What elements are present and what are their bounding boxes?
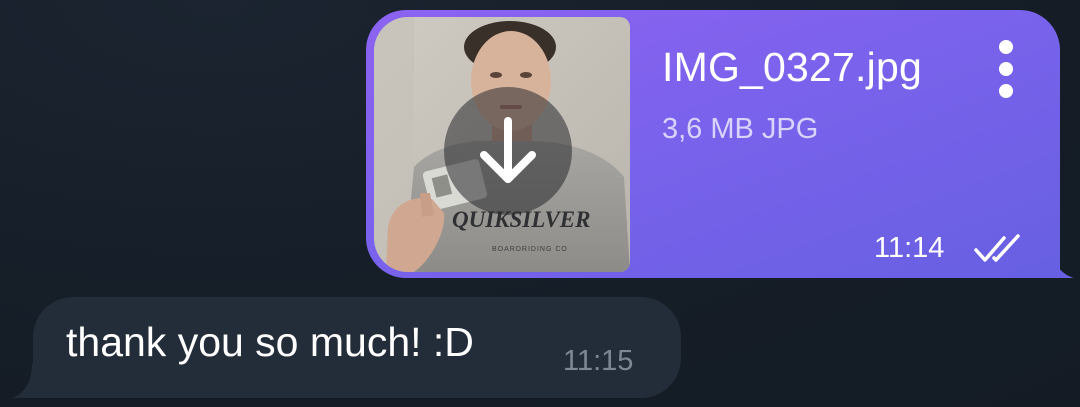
incoming-message-time: 11:15: [563, 345, 634, 377]
chat-view: QUIKSILVER BOARDRIDING CO IMG_0327.jpg 3…: [0, 0, 1080, 407]
thumbnail-logo-subtext: BOARDRIDING CO: [492, 246, 568, 253]
file-name: IMG_0327.jpg: [662, 44, 922, 90]
outgoing-file-message[interactable]: QUIKSILVER BOARDRIDING CO IMG_0327.jpg 3…: [366, 10, 1060, 278]
more-vertical-icon[interactable]: [991, 40, 1021, 100]
message-text: thank you so much! :D: [66, 319, 474, 365]
incoming-text-message[interactable]: thank you so much! :D 11:15: [33, 297, 681, 398]
image-thumbnail[interactable]: QUIKSILVER BOARDRIDING CO: [374, 17, 630, 272]
download-button[interactable]: [444, 87, 572, 215]
file-size-type: 3,6 MB JPG: [662, 113, 819, 145]
download-arrow-icon: [480, 117, 536, 183]
double-check-icon: [974, 234, 1020, 262]
outgoing-message-time: 11:14: [874, 232, 945, 264]
